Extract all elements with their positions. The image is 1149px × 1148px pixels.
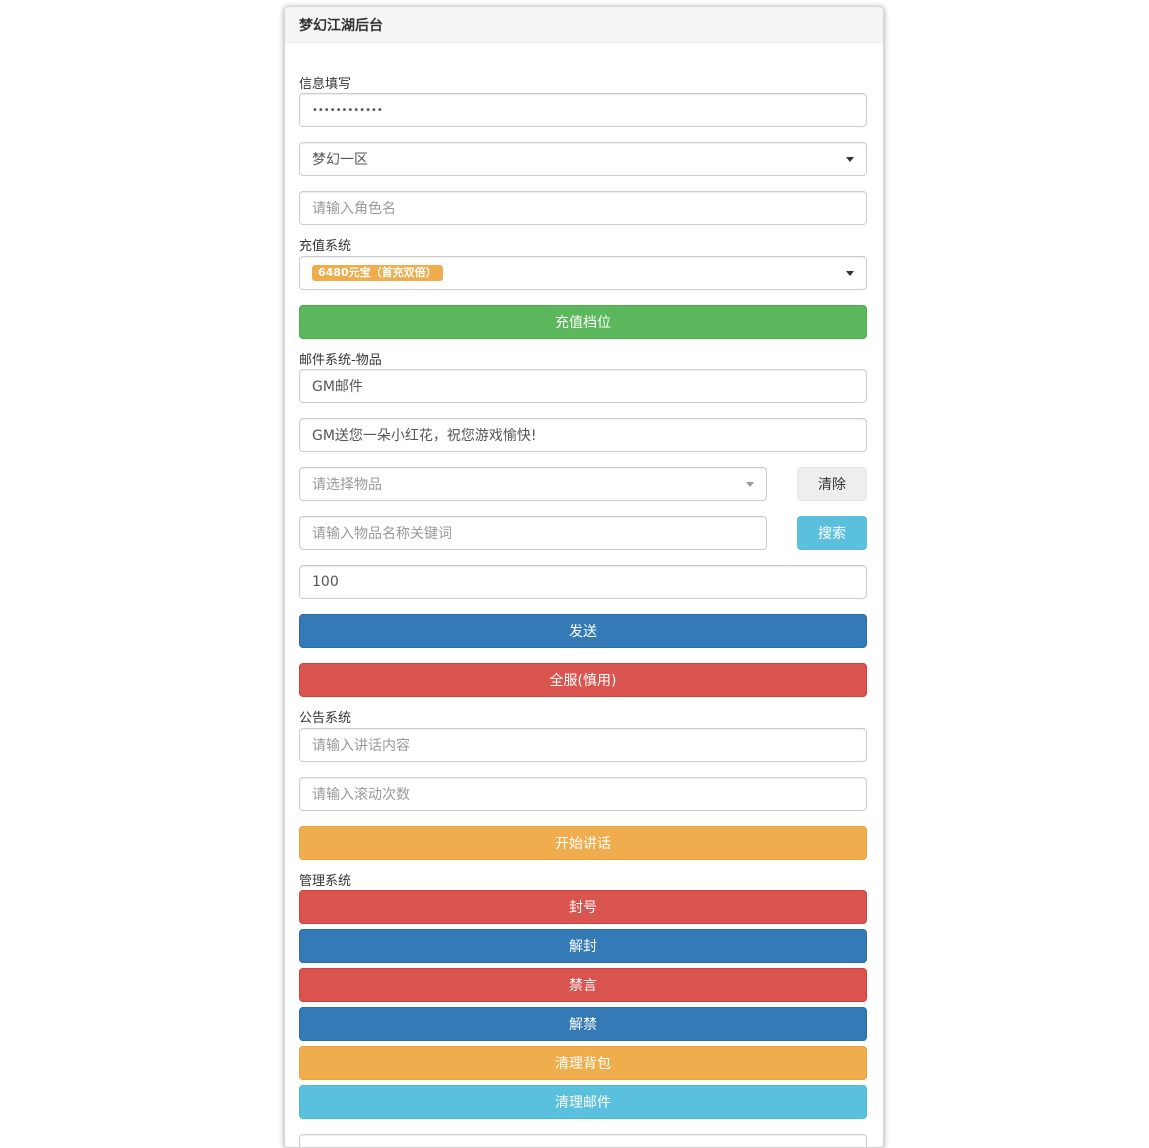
role-name-placeholder: 请输入角色名 [312, 201, 396, 217]
panel-title: 梦幻江湖后台 [285, 7, 883, 43]
clear-bag-button[interactable]: 清理背包 [299, 1046, 867, 1080]
scroll-count-input[interactable]: 请输入滚动次数 [299, 777, 867, 811]
notice-content-placeholder: 请输入讲话内容 [312, 738, 410, 754]
server-select-value: 梦幻一区 [312, 152, 368, 168]
quantity-input[interactable]: 100 [299, 565, 867, 599]
quantity-value: 100 [312, 574, 339, 590]
recharge-select[interactable]: 6480元宝（首充双倍） [299, 256, 867, 290]
mail-section-label: 邮件系统-物品 [299, 353, 382, 368]
recharge-selected-tag: 6480元宝（首充双倍） [312, 265, 443, 281]
admin-panel: 梦幻江湖后台 信息填写 •••••••••••• 梦幻一区 请输入角色名 充值系… [284, 6, 884, 1148]
role-name-input[interactable]: 请输入角色名 [299, 191, 867, 225]
mail-content-value: GM送您一朵小红花，祝您游戏愉快! [312, 428, 537, 444]
info-section-label: 信息填写 [299, 77, 352, 92]
start-notice-button[interactable]: 开始讲话 [299, 826, 867, 860]
scroll-count-placeholder: 请输入滚动次数 [312, 787, 410, 803]
item-search-placeholder: 请输入物品名称关键词 [312, 526, 452, 542]
item-select[interactable]: 请选择物品 [299, 467, 767, 501]
ban-button[interactable]: 封号 [299, 890, 867, 924]
notice-section-label: 公告系统 [299, 711, 352, 726]
password-mask: •••••••••••• [312, 104, 383, 116]
item-select-placeholder: 请选择物品 [312, 477, 382, 493]
chevron-down-icon [846, 157, 854, 162]
password-field[interactable]: •••••••••••• [299, 93, 867, 127]
all-server-button[interactable]: 全服(慎用) [299, 663, 867, 697]
chevron-down-icon [746, 482, 754, 487]
mute-button[interactable]: 禁言 [299, 968, 867, 1002]
mail-content-input[interactable]: GM送您一朵小红花，祝您游戏愉快! [299, 418, 867, 452]
clear-button[interactable]: 清除 [797, 467, 867, 501]
recharge-button[interactable]: 充值档位 [299, 305, 867, 339]
manage-section-label: 管理系统 [299, 874, 352, 889]
search-button[interactable]: 搜索 [797, 516, 867, 550]
recharge-section-label: 充值系统 [299, 239, 352, 254]
notice-content-input[interactable]: 请输入讲话内容 [299, 728, 867, 762]
unmute-button[interactable]: 解禁 [299, 1007, 867, 1041]
mail-title-input[interactable]: GM邮件 [299, 369, 867, 403]
server-select[interactable]: 梦幻一区 [299, 142, 867, 176]
mail-title-value: GM邮件 [312, 379, 363, 395]
chevron-down-icon [846, 271, 854, 276]
item-search-input[interactable]: 请输入物品名称关键词 [299, 516, 767, 550]
unban-button[interactable]: 解封 [299, 929, 867, 963]
clear-mail-button[interactable]: 清理邮件 [299, 1085, 867, 1119]
send-button[interactable]: 发送 [299, 614, 867, 648]
partial-field[interactable] [299, 1134, 867, 1147]
